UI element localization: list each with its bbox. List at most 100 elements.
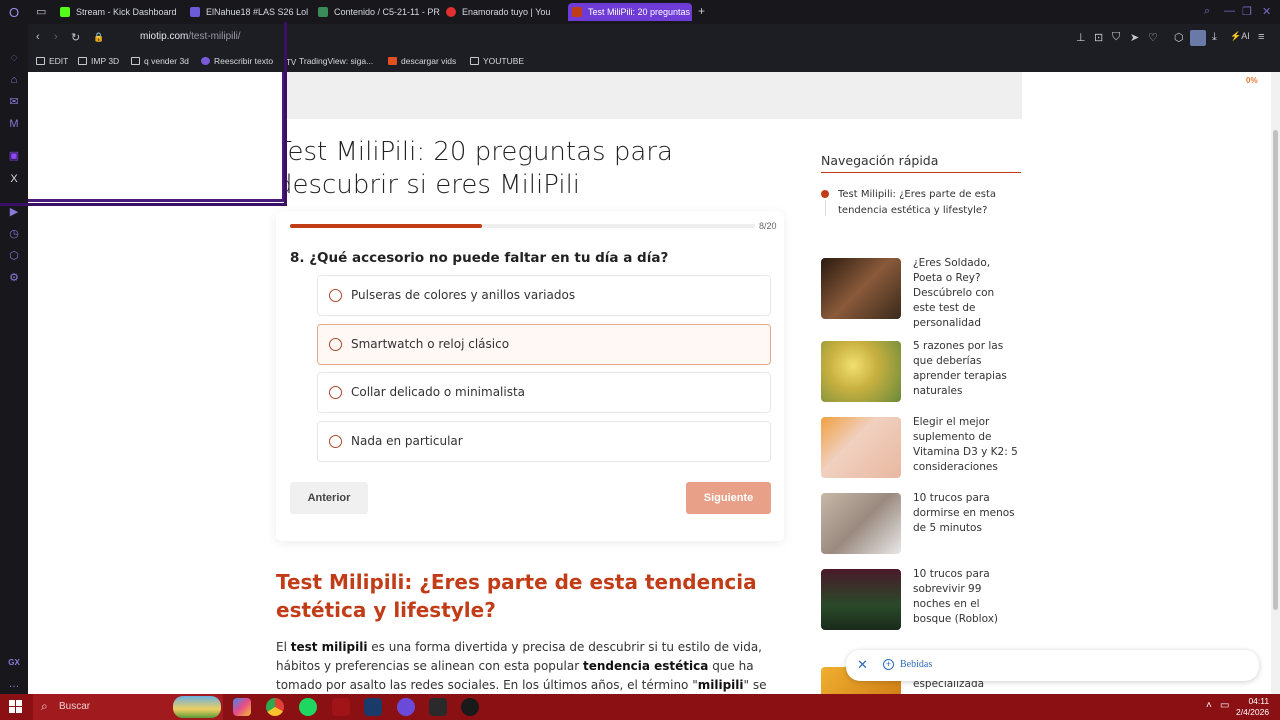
discord-icon[interactable] bbox=[397, 698, 415, 716]
toast-label[interactable]: Bebidas bbox=[900, 659, 932, 670]
post-title[interactable]: 10 trucos para dormirse en menos de 5 mi… bbox=[913, 491, 1018, 536]
sidebar-extensions-icon[interactable]: ⬡ bbox=[7, 249, 21, 263]
browser-window: O ◌ ⌂ ✉ M ▣ X ▶ ◷ ⬡ ⚙ GX … ▭ Stream - Ki… bbox=[0, 0, 1280, 694]
search-placeholder: Buscar bbox=[59, 701, 91, 712]
ai-icon[interactable]: ⚡AI bbox=[1230, 31, 1250, 42]
post-thumbnail[interactable] bbox=[821, 258, 901, 319]
system-clock[interactable]: 04:11 2/4/2026 bbox=[1236, 696, 1269, 718]
sidebar-m-icon[interactable]: M bbox=[7, 117, 21, 131]
sidebar-shop-icon[interactable]: ⌂ bbox=[7, 73, 21, 87]
radio-icon[interactable] bbox=[329, 435, 342, 448]
post-thumbnail[interactable] bbox=[821, 417, 901, 478]
sidebar-history-icon[interactable]: ◷ bbox=[7, 227, 21, 241]
post-thumbnail[interactable] bbox=[821, 493, 901, 554]
sidebar-ai-icon[interactable]: ◌ bbox=[7, 51, 21, 65]
steam-icon[interactable] bbox=[364, 698, 382, 716]
sidebar-settings-icon[interactable]: ⚙ bbox=[7, 271, 21, 285]
tab-menu-icon[interactable]: ▭ bbox=[36, 5, 46, 18]
plus-circle-icon[interactable]: + bbox=[883, 659, 894, 670]
post-title[interactable]: ¿Eres Soldado, Poeta o Rey? Descúbrelo c… bbox=[913, 256, 1018, 331]
profile-avatar[interactable] bbox=[1190, 30, 1206, 46]
url-domain: miotip.com bbox=[140, 31, 189, 42]
new-tab-icon[interactable]: + bbox=[698, 4, 705, 18]
tab-youtube[interactable]: Enamorado tuyo | You bbox=[442, 3, 568, 21]
picture-in-picture-overlay[interactable] bbox=[28, 72, 285, 202]
post-title[interactable]: Elegir el mejor suplemento de Vitamina D… bbox=[913, 415, 1018, 475]
obs-icon[interactable] bbox=[429, 698, 447, 716]
vpn-icon[interactable]: ⛉ bbox=[1112, 31, 1120, 44]
bookmark-youtube[interactable]: YOUTUBE bbox=[470, 56, 524, 66]
extensions-icon[interactable]: ⬡ bbox=[1174, 31, 1184, 44]
radio-icon[interactable] bbox=[329, 386, 342, 399]
send-icon[interactable]: ➤ bbox=[1130, 31, 1139, 44]
tab-kick[interactable]: Stream - Kick Dashboard bbox=[56, 3, 182, 21]
minimize-icon[interactable]: — bbox=[1224, 5, 1235, 17]
snapshot-icon[interactable]: ⊡ bbox=[1094, 31, 1103, 44]
radio-icon[interactable] bbox=[329, 289, 342, 302]
copilot-icon[interactable] bbox=[233, 698, 251, 716]
sidebar-twitch-icon[interactable]: ▣ bbox=[7, 149, 21, 163]
post-thumbnail[interactable] bbox=[821, 569, 901, 630]
github-icon[interactable] bbox=[461, 698, 479, 716]
bookmark-tradingview[interactable]: TV TradingView: siga... bbox=[286, 56, 374, 67]
tab-label: Enamorado tuyo | You bbox=[462, 7, 551, 17]
tab-test-milipili[interactable]: Test MiliPili: 20 preguntas bbox=[568, 3, 692, 21]
article-paragraph: El test milipili es una forma divertida … bbox=[276, 638, 776, 694]
taskbar-search[interactable]: ⌕ Buscar bbox=[33, 694, 223, 720]
quiz-option[interactable]: Nada en particular bbox=[317, 421, 771, 462]
radio-icon[interactable] bbox=[329, 338, 342, 351]
post-title[interactable]: 5 razones por las que deberías aprender … bbox=[913, 339, 1018, 399]
related-post[interactable]: 10 trucos para sobrevivir 99 noches en e… bbox=[821, 567, 1021, 631]
search-tabs-icon[interactable]: ⌕ bbox=[1204, 5, 1210, 18]
reload-icon[interactable]: ↻ bbox=[71, 31, 80, 44]
quick-nav-link[interactable]: Test Milipili: ¿Eres parte de esta tende… bbox=[838, 187, 1018, 219]
heart-icon[interactable]: ♡ bbox=[1148, 31, 1158, 44]
url-field[interactable]: miotip.com/test-milipili/ bbox=[140, 31, 241, 42]
related-post[interactable]: 5 razones por las que deberías aprender … bbox=[821, 339, 1021, 403]
search-highlight-icon[interactable] bbox=[173, 696, 221, 718]
quiz-option[interactable]: Smartwatch o reloj clásico bbox=[317, 324, 771, 365]
download-icon[interactable]: ⤓ bbox=[1212, 31, 1217, 44]
spotify-icon[interactable] bbox=[299, 698, 317, 716]
tab-label: Contenido / C5-21-11 - PR bbox=[334, 7, 440, 17]
tradingview-icon: TV bbox=[286, 58, 297, 67]
sidebar-x-icon[interactable]: X bbox=[7, 172, 21, 186]
quiz-option[interactable]: Collar delicado o minimalista bbox=[317, 372, 771, 413]
bookmark-reescribir[interactable]: Reescribir texto bbox=[201, 56, 273, 66]
chevron-up-icon[interactable]: ˄ bbox=[1206, 700, 1212, 711]
tab-contenido[interactable]: Contenido / C5-21-11 - PR bbox=[314, 3, 440, 21]
opera-logo-icon[interactable]: O bbox=[7, 6, 21, 20]
pin-icon[interactable]: ⊥ bbox=[1076, 31, 1086, 44]
related-post[interactable]: Elegir el mejor suplemento de Vitamina D… bbox=[821, 415, 1021, 479]
bookmark-descargar[interactable]: descargar vids bbox=[388, 56, 456, 66]
back-icon[interactable]: ‹ bbox=[36, 31, 40, 43]
sidebar-player-icon[interactable]: ▶ bbox=[7, 205, 21, 219]
post-thumbnail[interactable] bbox=[821, 341, 901, 402]
next-button[interactable]: Siguiente bbox=[686, 482, 771, 514]
quiz-option[interactable]: Pulseras de colores y anillos variados bbox=[317, 275, 771, 316]
close-icon[interactable]: ✕ bbox=[857, 657, 868, 673]
previous-button[interactable]: Anterior bbox=[290, 482, 368, 514]
sidebar-messenger-icon[interactable]: ✉ bbox=[7, 95, 21, 109]
lock-icon: 🔒 bbox=[93, 32, 105, 42]
restore-icon[interactable]: ❐ bbox=[1242, 5, 1252, 18]
menu-icon[interactable]: ≡ bbox=[1258, 31, 1264, 43]
bold-link: test milipili bbox=[290, 640, 368, 654]
sidebar-more-icon[interactable]: … bbox=[7, 677, 21, 691]
tab-elnahue[interactable]: ElNahue18 #LAS S26 Lol bbox=[186, 3, 312, 21]
chrome-icon[interactable] bbox=[266, 698, 284, 716]
sidebar-gx-icon[interactable]: GX bbox=[7, 656, 21, 670]
close-window-icon[interactable]: ✕ bbox=[1262, 5, 1271, 18]
opera-gx-icon[interactable] bbox=[332, 698, 350, 716]
scrollbar-thumb[interactable] bbox=[1273, 130, 1278, 610]
related-post[interactable]: ¿Eres Soldado, Poeta o Rey? Descúbrelo c… bbox=[821, 257, 1021, 329]
windows-start-icon[interactable] bbox=[9, 700, 22, 713]
bookmark-imp3d[interactable]: IMP 3D bbox=[78, 56, 119, 66]
network-icon[interactable]: ▭ bbox=[1220, 700, 1229, 711]
bookmark-edit[interactable]: EDIT bbox=[36, 56, 68, 66]
forward-icon[interactable]: › bbox=[54, 31, 58, 43]
related-post[interactable]: 10 trucos para dormirse en menos de 5 mi… bbox=[821, 491, 1021, 555]
bookmark-label: TradingView: siga... bbox=[299, 56, 374, 66]
post-title[interactable]: 10 trucos para sobrevivir 99 noches en e… bbox=[913, 567, 1018, 627]
bookmark-vender3d[interactable]: q vender 3d bbox=[131, 56, 189, 66]
